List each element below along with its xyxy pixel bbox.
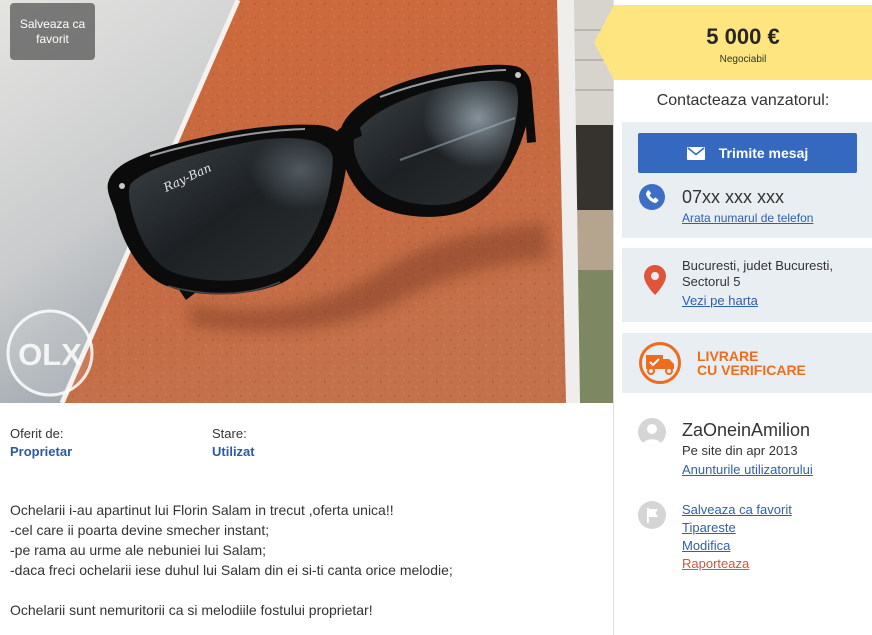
description-line: -cel care ii poarta devine smecher insta… [10, 522, 270, 538]
price-amount: 5 000 € [706, 24, 780, 49]
delivery-truck-icon [639, 342, 681, 384]
price-negotiable: Negociabil [719, 54, 767, 65]
listing-photo[interactable]: Ray-Ban OLX Salveaza ca favorit [0, 0, 613, 403]
phone-number: 07xx xxx xxx [682, 187, 785, 207]
user-since: Pe site din apr 2013 [682, 443, 798, 458]
view-map-link[interactable]: Vezi pe harta [682, 293, 758, 309]
delivery-panel[interactable]: LIVRARE CU VERIFICARE [622, 333, 872, 393]
map-pin-icon [644, 265, 666, 295]
condition-value: Utilizat [212, 444, 255, 459]
left-hinge [119, 183, 125, 189]
svg-text:OLX: OLX [18, 337, 82, 372]
offered-by: Oferit de: Proprietar [10, 425, 72, 460]
condition: Stare: Utilizat [212, 425, 255, 460]
listing-description: Ochelarii i-au apartinut lui Florin Sala… [10, 500, 605, 620]
location-line: Bucuresti, judet Bucuresti, [682, 258, 834, 273]
description-closing: Ochelarii sunt nemuritorii ca si melodii… [10, 602, 373, 618]
offered-by-value: Proprietar [10, 444, 73, 459]
olx-watermark: OLX [6, 309, 94, 397]
envelope-icon [686, 146, 705, 160]
description-line: -daca freci ochelarii iese duhul lui Sal… [10, 562, 453, 578]
flag-icon [638, 501, 666, 529]
user-ads-link[interactable]: Anunturile utilizatorului [682, 462, 813, 478]
offered-by-label: Oferit de: [10, 426, 64, 441]
listing-actions: Salveaza ca favorit Tipareste Modifica R… [682, 501, 792, 573]
delivery-line: CU VERIFICARE [697, 362, 806, 378]
save-favorite-link[interactable]: Salveaza ca favorit [682, 501, 792, 519]
send-message-label: Trimite mesaj [718, 145, 809, 161]
condition-label: Stare: [212, 426, 247, 441]
contact-heading: Contacteaza vanzatorul: [656, 92, 830, 109]
user-name: ZaOneinAmilion [682, 420, 811, 440]
edit-link[interactable]: Modifica [682, 537, 792, 555]
print-link[interactable]: Tipareste [682, 519, 792, 537]
sidebar: Contacteaza vanzatorul: Trimite mesaj 07… [613, 0, 872, 635]
description-line: -pe rama au urme ale nebuniei lui Salam; [10, 542, 267, 558]
price-tag: 5 000 € Negociabil [594, 5, 872, 80]
photo-canvas: Ray-Ban OLX [0, 0, 613, 403]
show-phone-link[interactable]: Arata numarul de telefon [682, 211, 813, 225]
right-hinge [515, 72, 521, 78]
delivery-line: LIVRARE [697, 348, 759, 364]
delivery-label[interactable]: LIVRARE CU VERIFICARE [697, 349, 806, 377]
location-text: Bucuresti, judet Bucuresti, Sectorul 5 [682, 258, 833, 290]
location-line: Sectorul 5 [682, 274, 741, 289]
description-line: Ochelarii i-au apartinut lui Florin Sala… [10, 502, 394, 518]
location-panel: Bucuresti, judet Bucuresti, Sectorul 5 V… [622, 248, 872, 322]
user-avatar-icon [638, 418, 666, 446]
save-favorite-overlay-button[interactable]: Salveaza ca favorit [10, 3, 95, 60]
phone-icon [639, 184, 665, 210]
contact-panel: Trimite mesaj 07xx xxx xxx Arata numarul… [622, 122, 872, 238]
report-link[interactable]: Raporteaza [682, 555, 792, 573]
send-message-button[interactable]: Trimite mesaj [638, 133, 857, 173]
